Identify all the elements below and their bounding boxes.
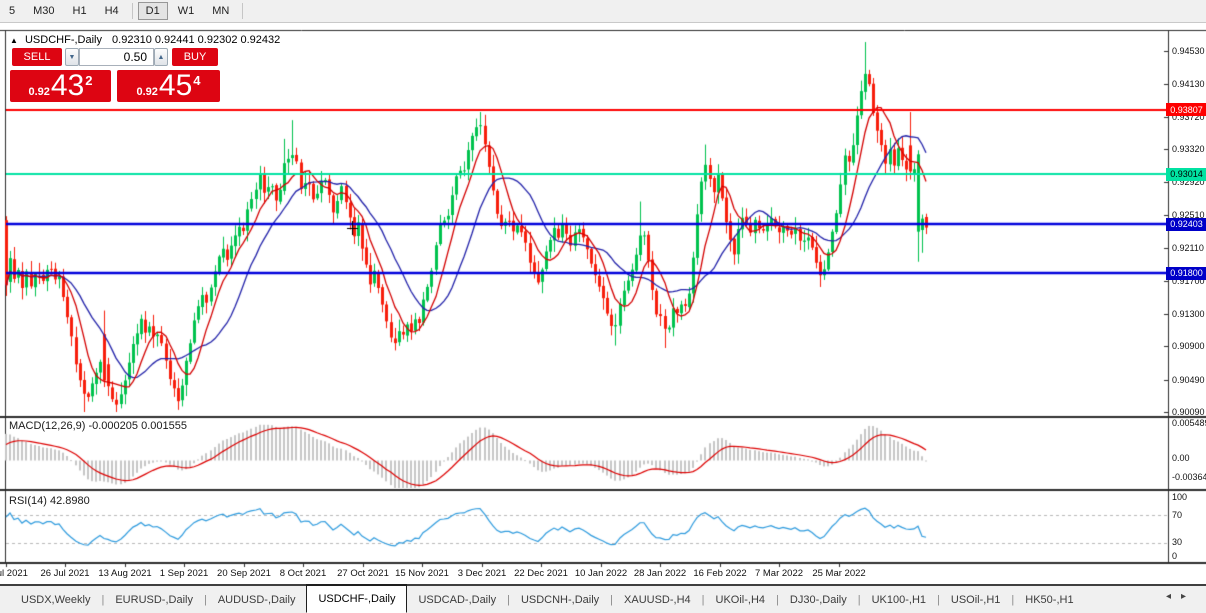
tab-usoil-h1[interactable]: USOil-,H1 bbox=[940, 586, 1012, 613]
tab-usdcnh-daily[interactable]: USDCNH-,Daily bbox=[510, 586, 610, 613]
tab-audusd-daily[interactable]: AUDUSD-,Daily bbox=[207, 586, 307, 613]
timeframe-button-d1[interactable]: D1 bbox=[138, 2, 168, 20]
trade-row: SELL ▼ 0.50 ▲ BUY bbox=[8, 48, 222, 66]
collapse-icon[interactable]: ▲ bbox=[10, 36, 18, 45]
indicator-tick-label: 70 bbox=[1172, 510, 1182, 520]
buy-price-sup: 4 bbox=[193, 73, 200, 88]
tab-ukoil-h4[interactable]: UKOil-,H4 bbox=[705, 586, 777, 613]
tab-scroll-right-icon[interactable]: ▸ bbox=[1181, 591, 1196, 602]
volume-input[interactable]: 0.50 bbox=[79, 48, 154, 66]
price-tick-label: 0.90490 bbox=[1172, 375, 1205, 385]
price-tick-label: 0.94130 bbox=[1172, 79, 1205, 89]
indicator-tick-label: 100 bbox=[1172, 492, 1187, 502]
price-level-tag: 0.91800 bbox=[1166, 267, 1206, 280]
buy-price-prefix: 0.92 bbox=[136, 86, 157, 98]
toolbar-separator bbox=[242, 3, 243, 19]
indicator-tick-label: 0.005489 bbox=[1172, 418, 1206, 428]
rsi-indicator-label: RSI(14) 42.8980 bbox=[9, 495, 90, 507]
price-level-tag: 0.93807 bbox=[1166, 103, 1206, 116]
tab-eurusd-daily[interactable]: EURUSD-,Daily bbox=[104, 586, 204, 613]
indicator-tick-label: 0.00 bbox=[1172, 453, 1190, 463]
date-tick-label: 16 Feb 2022 bbox=[693, 568, 746, 579]
timeframe-button-5[interactable]: 5 bbox=[1, 2, 23, 20]
price-tick-label: 0.91300 bbox=[1172, 309, 1205, 319]
price-tick-label: 0.92110 bbox=[1172, 243, 1204, 253]
indicator-tick-label: 30 bbox=[1172, 537, 1182, 547]
buy-price-box[interactable]: 0.92 45 4 bbox=[117, 70, 220, 102]
date-tick-label: 10 Jan 2022 bbox=[575, 568, 627, 579]
date-tick-label: 25 Mar 2022 bbox=[812, 568, 865, 579]
date-tick-label: 20 Sep 2021 bbox=[217, 568, 271, 579]
symbol-title: USDCHF-,Daily bbox=[25, 34, 102, 46]
date-tick-label: 7 Jul 2021 bbox=[0, 568, 28, 579]
sell-button[interactable]: SELL bbox=[12, 48, 62, 66]
timeframe-button-m30[interactable]: M30 bbox=[25, 2, 62, 20]
date-tick-label: 22 Dec 2021 bbox=[514, 568, 568, 579]
buy-button[interactable]: BUY bbox=[172, 48, 218, 66]
tab-scroll-left-icon[interactable]: ◂ bbox=[1166, 591, 1181, 602]
price-level-tag: 0.93014 bbox=[1166, 168, 1206, 181]
tab-usdx-weekly[interactable]: USDX,Weekly bbox=[10, 586, 101, 613]
price-tick-label: 0.90900 bbox=[1172, 341, 1205, 351]
indicator-tick-label: 0 bbox=[1172, 551, 1177, 561]
timeframe-button-h4[interactable]: H4 bbox=[97, 2, 127, 20]
macd-indicator-label: MACD(12,26,9) -0.000205 0.001555 bbox=[9, 420, 187, 432]
sell-price-big: 43 bbox=[51, 71, 84, 101]
sell-price-box[interactable]: 0.92 43 2 bbox=[10, 70, 111, 102]
tab-xauusd-h4[interactable]: XAUUSD-,H4 bbox=[613, 586, 702, 613]
ohlc-values: 0.92310 0.92441 0.92302 0.92432 bbox=[112, 34, 280, 46]
tab-dj30-daily[interactable]: DJ30-,Daily bbox=[779, 586, 858, 613]
date-tick-label: 8 Oct 2021 bbox=[280, 568, 326, 579]
tab-uk100-h1[interactable]: UK100-,H1 bbox=[861, 586, 937, 613]
timeframe-button-mn[interactable]: MN bbox=[204, 2, 237, 20]
price-tick-label: 0.94530 bbox=[1172, 46, 1205, 56]
tab-usdchf-daily[interactable]: USDCHF-,Daily bbox=[306, 584, 407, 613]
date-tick-label: 3 Dec 2021 bbox=[458, 568, 507, 579]
date-tick-label: 7 Mar 2022 bbox=[755, 568, 803, 579]
date-tick-label: 26 Jul 2021 bbox=[40, 568, 89, 579]
date-tick-label: 27 Oct 2021 bbox=[337, 568, 389, 579]
sell-price-sup: 2 bbox=[85, 73, 92, 88]
chart-tab-bar: USDX,Weekly|EURUSD-,Daily|AUDUSD-,DailyU… bbox=[0, 584, 1206, 613]
price-tick-label: 0.93320 bbox=[1172, 144, 1205, 154]
tab-scroll-arrows: ◂▸ bbox=[1166, 591, 1196, 602]
tab-usdcad-daily[interactable]: USDCAD-,Daily bbox=[407, 586, 507, 613]
tab-hk50-h1[interactable]: HK50-,H1 bbox=[1014, 586, 1084, 613]
buy-price-big: 45 bbox=[159, 71, 192, 101]
sell-price-prefix: 0.92 bbox=[28, 86, 49, 98]
timeframe-toolbar: 5M30H1H4 D1W1MN bbox=[0, 0, 1206, 23]
toolbar-separator bbox=[132, 3, 133, 19]
volume-increase-button[interactable]: ▲ bbox=[154, 48, 168, 66]
timeframe-button-h1[interactable]: H1 bbox=[65, 2, 95, 20]
date-tick-label: 13 Aug 2021 bbox=[98, 568, 151, 579]
timeframe-button-w1[interactable]: W1 bbox=[170, 2, 203, 20]
volume-decrease-button[interactable]: ▼ bbox=[65, 48, 79, 66]
date-tick-label: 1 Sep 2021 bbox=[160, 568, 209, 579]
date-tick-label: 15 Nov 2021 bbox=[395, 568, 449, 579]
indicator-tick-label: -0.003645 bbox=[1172, 472, 1206, 482]
terminal-window: 5M30H1H4 D1W1MN ▲ USDCHF-,Daily 0.92310 0… bbox=[0, 0, 1206, 613]
one-click-trade-panel: SELL ▼ 0.50 ▲ BUY 0.92 43 2 0.92 45 4 bbox=[8, 46, 222, 104]
chart-header: ▲ USDCHF-,Daily 0.92310 0.92441 0.92302 … bbox=[10, 34, 280, 46]
price-tick-label: 0.90090 bbox=[1172, 407, 1205, 417]
date-tick-label: 28 Jan 2022 bbox=[634, 568, 686, 579]
price-level-tag: 0.92403 bbox=[1166, 218, 1206, 231]
